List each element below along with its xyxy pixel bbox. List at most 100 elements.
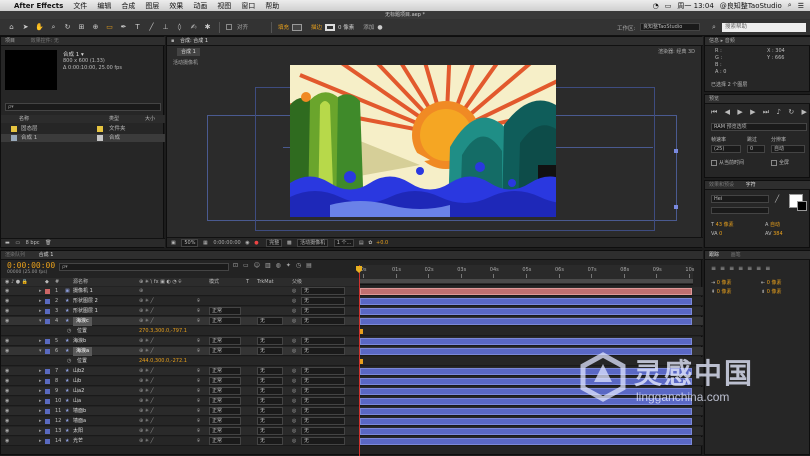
trkmat-dropdown[interactable]: 无 <box>257 347 283 355</box>
channel-icon[interactable]: ● <box>254 240 258 246</box>
skip-input[interactable]: 0 <box>747 145 765 153</box>
comp-mini-flowchart-icon[interactable]: ⊡ <box>233 262 243 269</box>
parent-icon[interactable]: ◎ <box>292 297 296 306</box>
layer-row[interactable]: ◉ ▸ 8 ★ 山b ⊕ ✳ ╱ ⌾ 正常 无 ◎ 无 <box>1 377 703 386</box>
menu-file[interactable]: 文件 <box>73 1 87 11</box>
new-folder-icon[interactable]: ▭ <box>15 240 20 246</box>
always-preview-icon[interactable]: ▣ <box>171 240 176 246</box>
align-checkbox[interactable] <box>226 24 234 31</box>
tracker-tab[interactable]: 跟踪 <box>709 252 719 258</box>
current-time[interactable]: 0:00:00:00 <box>213 240 240 246</box>
visibility-icon[interactable]: ◉ <box>5 397 9 406</box>
layer-duration-bar[interactable] <box>360 398 692 405</box>
3d-layer-icon[interactable]: ⌾ <box>197 337 200 346</box>
property-value[interactable]: 270.3,300.0,-797.1 <box>139 327 187 336</box>
layer-duration-bar[interactable] <box>360 408 692 415</box>
lock-icon[interactable]: ▪ <box>171 38 174 44</box>
app-menu[interactable]: After Effects <box>14 2 63 10</box>
brainstorm-icon[interactable]: ✦ <box>286 262 296 269</box>
layer-row[interactable]: ◉ ▸ 11 ★ 墙面b ⊕ ✳ ╱ ⌾ 正常 无 ◎ 无 <box>1 407 703 416</box>
layer-row[interactable]: ◉ ▸ 3 ★ 形状图层 1 ⊕ ✳ ╱ ⌾ 正常 ◎ 无 <box>1 307 703 316</box>
layer-duration-bar[interactable] <box>360 368 692 375</box>
switches-icons[interactable]: ⊕ ✳ ╱ <box>139 297 154 306</box>
motion-blur-icon[interactable]: ◍ <box>276 262 286 269</box>
delete-icon[interactable]: 🗑 <box>45 240 51 246</box>
menu-help[interactable]: 帮助 <box>265 1 279 11</box>
font-size[interactable]: T 43 像素 <box>711 221 734 228</box>
layer-duration-bar[interactable] <box>360 428 692 435</box>
toggle-icon[interactable]: ▤ <box>359 240 364 246</box>
3d-layer-icon[interactable]: ⌾ <box>197 347 200 356</box>
switches-icons[interactable]: ⊕ ✳ ╱ <box>139 307 154 316</box>
col-name[interactable]: 名称 <box>19 115 29 123</box>
kerning[interactable]: VA 0 <box>711 231 722 237</box>
next-frame-icon[interactable]: ▶ <box>750 108 755 117</box>
switches-icons[interactable]: ⊕ ✳ ╱ <box>139 377 154 386</box>
3d-layer-icon[interactable]: ⌾ <box>197 397 200 406</box>
pan-behind-tool-icon[interactable]: ⊕ <box>90 22 101 33</box>
visibility-icon[interactable]: ◉ <box>5 437 9 446</box>
transparency-grid-icon[interactable]: ▩ <box>287 240 292 246</box>
project-tab[interactable]: 项目 效果控件: 无 <box>1 37 165 46</box>
mode-dropdown[interactable]: 正常 <box>209 397 241 405</box>
switches-icons[interactable]: ⊕ ✳ ╱ <box>139 397 154 406</box>
framerate-dropdown[interactable]: (25) <box>711 145 741 153</box>
stopwatch-icon[interactable]: ◷ <box>67 357 71 366</box>
col-trkmat[interactable]: TrkMat <box>257 278 274 286</box>
rotate-tool-icon[interactable]: ↻ <box>62 22 73 33</box>
effects-presets-tab[interactable]: 效果和预设 <box>709 182 734 188</box>
mode-dropdown[interactable]: 正常 <box>209 347 241 355</box>
project-search[interactable]: ρ▾ <box>5 103 161 111</box>
twirl-icon[interactable]: ▸ <box>39 337 42 346</box>
col-mode[interactable]: 模式 <box>209 278 219 286</box>
eraser-tool-icon[interactable]: ◊ <box>174 22 185 33</box>
from-current-checkbox[interactable]: 从当前时间 <box>711 159 744 166</box>
selection-tool-icon[interactable]: ➤ <box>20 22 31 33</box>
3d-layer-icon[interactable]: ⌾ <box>197 407 200 416</box>
layer-row[interactable]: ◉ ▾ 6 ★ 海浪a ⊕ ✳ ╱ ⌾ 正常 无 ◎ 无 <box>1 347 703 356</box>
parent-icon[interactable]: ◎ <box>292 307 296 316</box>
parent-icon[interactable]: ◎ <box>292 407 296 416</box>
quality-dropdown[interactable]: 完整 <box>266 239 283 247</box>
snapshot-icon[interactable]: ◉ <box>245 240 249 246</box>
layer-duration-bar[interactable] <box>360 378 692 385</box>
3d-layer-icon[interactable]: ⌾ <box>197 427 200 436</box>
draft-3d-icon[interactable]: ▭ <box>243 262 254 269</box>
mode-dropdown[interactable]: 正常 <box>209 367 241 375</box>
rectangle-tool-icon[interactable]: ▭ <box>104 22 115 33</box>
frame-blend-icon[interactable]: ▥ <box>265 262 276 269</box>
layer-row[interactable]: ◉ ▸ 1 ▣ 摄像机 1 ⊕ ◎ 无 <box>1 287 703 296</box>
3d-layer-icon[interactable]: ⌾ <box>197 297 200 306</box>
col-parent[interactable]: 父级 <box>292 278 302 286</box>
parent-icon[interactable]: ◎ <box>292 387 296 396</box>
indent-left[interactable]: ⇥ 0 像素 <box>711 279 732 286</box>
home-tool-icon[interactable]: ⌂ <box>6 22 17 33</box>
parent-dropdown[interactable]: 无 <box>301 297 345 305</box>
spotlight-icon[interactable]: ⌕ <box>788 1 792 10</box>
layer-row[interactable]: ◉ ▸ 12 ★ 墙面a ⊕ ✳ ╱ ⌾ 正常 无 ◎ 无 <box>1 417 703 426</box>
render-queue-tab[interactable]: 渲染队列 <box>5 252 25 258</box>
justify-right-icon[interactable]: ≡ <box>756 265 765 272</box>
twirl-icon[interactable]: ▸ <box>39 437 42 446</box>
battery-icon[interactable]: ▭ <box>665 2 672 10</box>
menu-effect[interactable]: 效果 <box>169 1 183 11</box>
twirl-icon[interactable]: ▾ <box>39 347 42 356</box>
3d-layer-icon[interactable]: ⌾ <box>197 417 200 426</box>
layer-duration-bar[interactable] <box>360 308 692 315</box>
parent-dropdown[interactable]: 无 <box>301 377 345 385</box>
switches-icons[interactable]: ⊕ ✳ ╱ <box>139 407 154 416</box>
layer-duration-bar[interactable] <box>360 348 692 355</box>
twirl-icon[interactable]: ▸ <box>39 417 42 426</box>
brush-tool-icon[interactable]: ╱ <box>146 22 157 33</box>
stroke-color-swatch[interactable] <box>797 201 807 211</box>
menu-edit[interactable]: 编辑 <box>97 1 111 11</box>
col-source-name[interactable]: 源名称 <box>73 278 88 286</box>
twirl-icon[interactable]: ▸ <box>39 377 42 386</box>
visibility-icon[interactable]: ◉ <box>5 307 9 316</box>
trkmat-dropdown[interactable]: 无 <box>257 377 283 385</box>
twirl-icon[interactable]: ▸ <box>39 387 42 396</box>
fill-label[interactable]: 填充 <box>278 23 289 31</box>
switches-icons[interactable]: ⊕ ✳ ╱ <box>139 437 154 446</box>
project-item[interactable]: 固态层 文件夹 <box>1 125 165 133</box>
layer-row[interactable]: ◉ ▸ 9 ★ 山a2 ⊕ ✳ ╱ ⌾ 正常 无 ◎ 无 <box>1 387 703 396</box>
